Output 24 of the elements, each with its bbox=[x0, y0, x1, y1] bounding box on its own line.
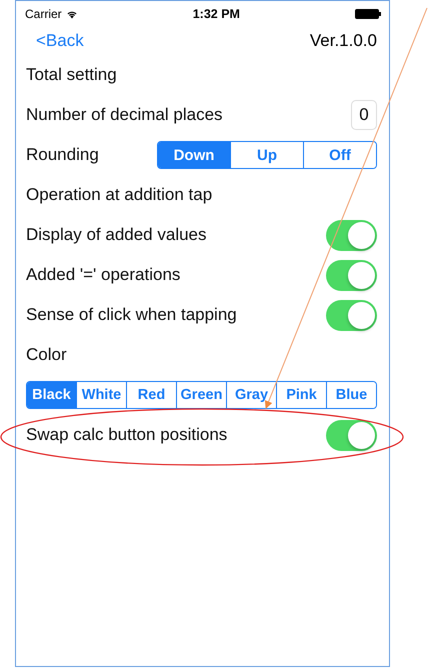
segment-option[interactable]: Down bbox=[158, 142, 230, 168]
toggle-switch[interactable] bbox=[326, 260, 377, 290]
status-time: 1:32 PM bbox=[192, 7, 240, 21]
battery-icon bbox=[354, 9, 381, 19]
back-link[interactable]: <Back bbox=[36, 31, 84, 51]
segment-option[interactable]: Black bbox=[27, 382, 76, 408]
version-label: Ver.1.0.0 bbox=[310, 31, 377, 51]
toggle-switch[interactable] bbox=[326, 420, 377, 450]
wifi-icon bbox=[66, 10, 78, 18]
number-field[interactable]: 0 bbox=[351, 100, 377, 130]
segment-option[interactable]: Off bbox=[303, 142, 376, 168]
section-heading: Total setting bbox=[26, 65, 117, 85]
setting-label: Rounding bbox=[26, 145, 99, 165]
setting-label: Display of added values bbox=[26, 225, 207, 245]
section-heading: Color bbox=[26, 345, 67, 365]
setting-label: Added '=' operations bbox=[26, 265, 180, 285]
toggle-switch[interactable] bbox=[326, 300, 377, 330]
setting-label: Number of decimal places bbox=[26, 105, 223, 125]
setting-label: Swap calc button positions bbox=[26, 425, 228, 445]
segment-option[interactable]: Blue bbox=[326, 382, 376, 408]
toggle-switch[interactable] bbox=[326, 220, 377, 250]
carrier-name: Carrier bbox=[25, 7, 62, 21]
setting-label: Sense of click when tapping bbox=[26, 305, 237, 325]
section-heading: Operation at addition tap bbox=[26, 185, 212, 205]
